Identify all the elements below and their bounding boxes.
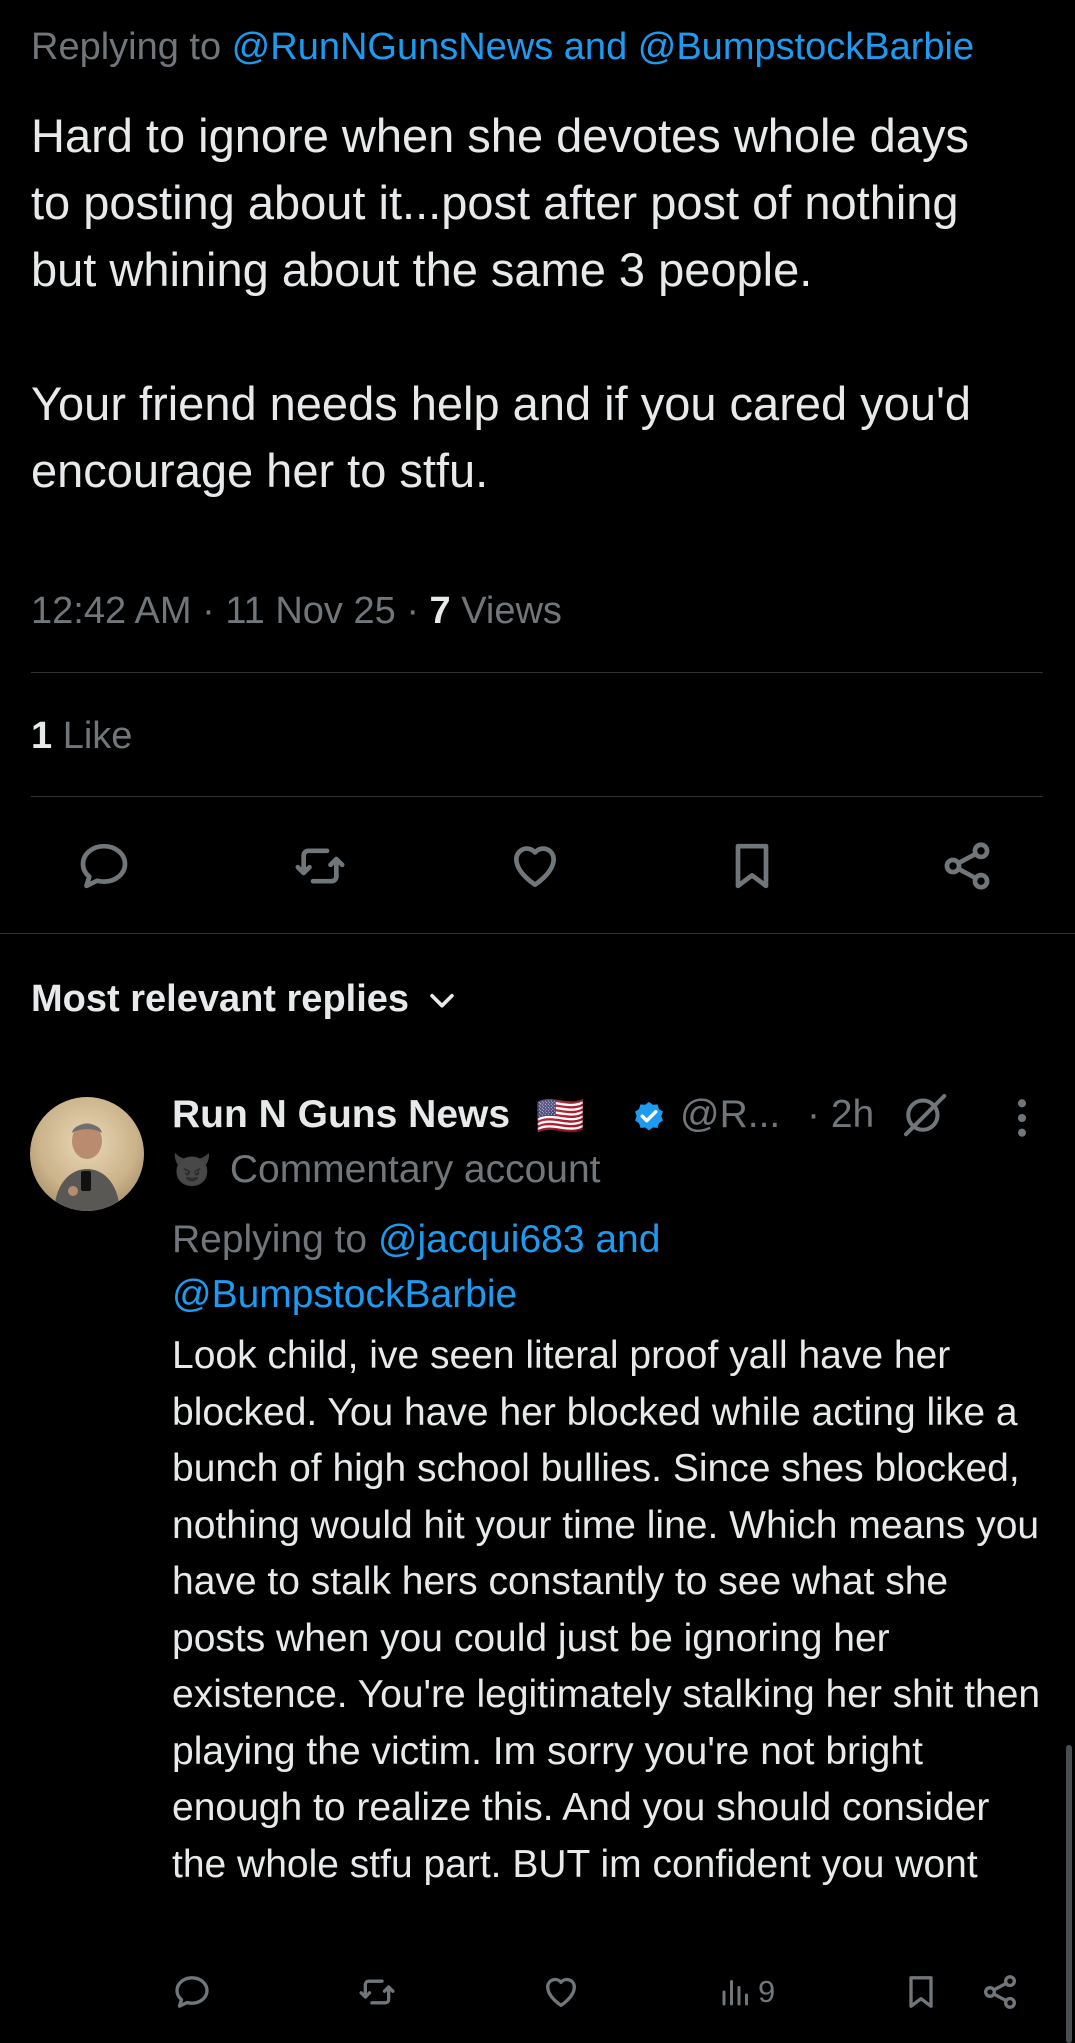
replying-mentions[interactable]: @RunNGunsNews and @BumpstockBarbie [232, 26, 974, 68]
chevron-down-icon [425, 983, 459, 1017]
avatar[interactable] [30, 1097, 144, 1211]
views-label: Views [461, 590, 562, 632]
replying-prefix: Replying to [31, 26, 232, 68]
flag-emoji: 🇺🇸 [536, 1095, 585, 1138]
views-count: 9 [758, 1974, 776, 2009]
bookmark-icon[interactable] [724, 838, 780, 894]
retweet-icon[interactable] [356, 1972, 398, 2012]
replies-sort-label: Most relevant replies [31, 978, 410, 1020]
reply-display-name[interactable]: Run N Guns News [172, 1093, 510, 1137]
likes-label: Like [62, 715, 133, 757]
reply-time[interactable]: · 2h [807, 1093, 874, 1137]
reply-handle[interactable]: @R... [680, 1093, 780, 1137]
section-divider [0, 933, 1075, 934]
heart-icon[interactable] [541, 1972, 581, 2012]
reply-replying-to: Replying to @jacqui683 and @BumpstockBar… [172, 1212, 660, 1322]
replying-mention[interactable]: @BumpstockBarbie [172, 1267, 660, 1322]
badge-label: Commentary account [229, 1148, 601, 1191]
divider [31, 796, 1043, 797]
tweet-meta: 12:42 AM · 11 Nov 25 · 7 Views [31, 590, 562, 632]
tweet-date: 11 Nov 25 [225, 590, 396, 632]
tweet-body-paragraph: Hard to ignore when she devotes whole da… [31, 109, 969, 296]
divider [31, 672, 1043, 673]
reply-icon[interactable] [172, 1972, 212, 2012]
likes-stat[interactable]: 1 Like [31, 715, 132, 758]
tweet-body: Hard to ignore when she devotes whole da… [31, 102, 1021, 504]
retweet-icon[interactable] [291, 838, 349, 894]
views-stat[interactable]: 9 [718, 1972, 775, 2012]
bookmark-icon[interactable] [901, 1972, 941, 2012]
scrollbar-thumb[interactable] [1066, 1745, 1072, 2043]
reply-body: Look child, ive seen literal proof yall … [172, 1334, 1041, 1886]
tweet-time: 12:42 AM [31, 590, 192, 632]
replying-prefix: Replying to [172, 1218, 378, 1261]
views-count: 7 [429, 590, 451, 632]
heart-icon[interactable] [507, 838, 563, 894]
grok-icon[interactable] [897, 1087, 951, 1141]
tweet-body-paragraph: Your friend needs help and if you cared … [31, 377, 972, 497]
replying-to: Replying to @RunNGunsNews and @Bumpstock… [31, 26, 1075, 69]
likes-count: 1 [31, 715, 53, 757]
replying-mention[interactable]: @jacqui683 and [378, 1218, 660, 1261]
views-icon [718, 1974, 754, 2010]
commentary-badge: 😈 Commentary account [172, 1148, 601, 1192]
share-icon[interactable] [980, 1972, 1020, 2012]
reply-header: Run N Guns News 🇺🇸 @R... · 2h [172, 1093, 1072, 1149]
replies-sort-dropdown[interactable]: Most relevant replies [31, 978, 459, 1021]
share-icon[interactable] [939, 838, 995, 894]
verified-icon [630, 1099, 668, 1137]
more-icon[interactable] [1002, 1096, 1042, 1140]
reply-icon[interactable] [76, 838, 132, 894]
badge-emoji: 😈 [172, 1152, 212, 1188]
